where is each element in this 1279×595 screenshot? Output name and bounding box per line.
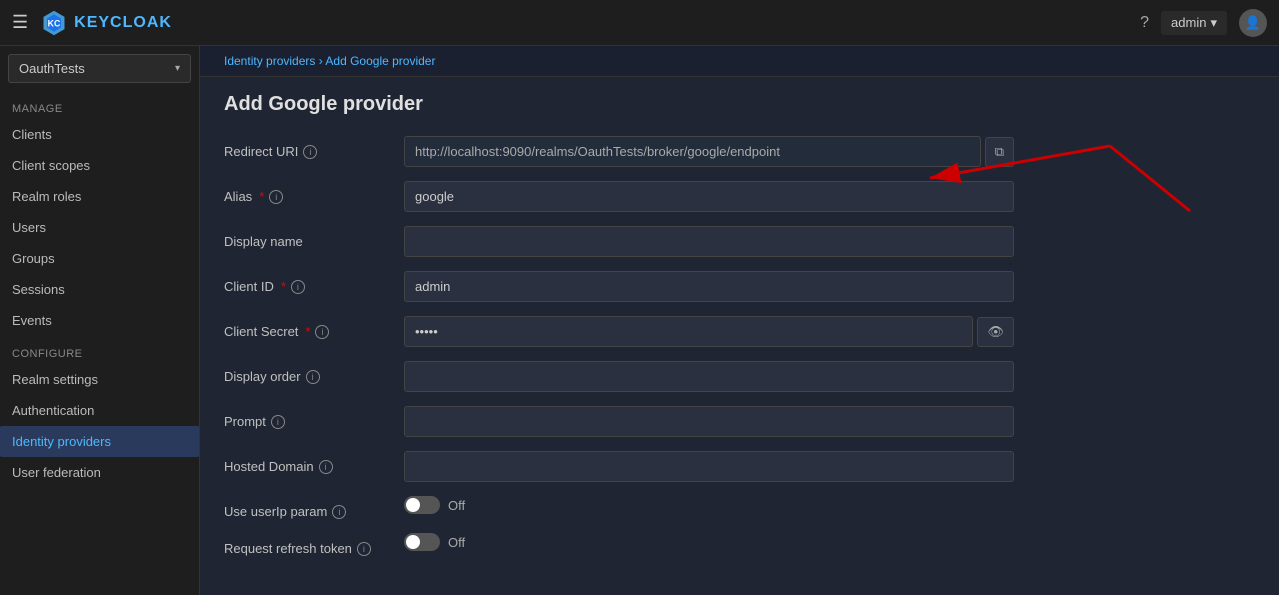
- display-order-label: Display order i: [224, 361, 404, 384]
- avatar[interactable]: 👤: [1239, 9, 1267, 37]
- client-id-control: [404, 271, 1014, 302]
- client-secret-row: Client Secret * i 👁: [224, 316, 1255, 347]
- request-refresh-info-icon[interactable]: i: [357, 542, 371, 556]
- request-refresh-row: Request refresh token i Off: [224, 533, 1255, 556]
- display-order-input[interactable]: [404, 361, 1014, 392]
- toggle-secret-visibility-button[interactable]: 👁: [977, 317, 1014, 347]
- request-refresh-off-label: Off: [448, 535, 465, 550]
- sidebar-item-user-federation[interactable]: User federation: [0, 457, 199, 488]
- sidebar-item-events[interactable]: Events: [0, 305, 199, 336]
- request-refresh-toggle[interactable]: [404, 533, 440, 551]
- hosted-domain-row: Hosted Domain i: [224, 451, 1255, 482]
- use-userip-info-icon[interactable]: i: [332, 505, 346, 519]
- hosted-domain-info-icon[interactable]: i: [319, 460, 333, 474]
- topbar-right: ? admin ▾ 👤: [1140, 9, 1267, 37]
- redirect-uri-control: ⧉: [404, 136, 1014, 167]
- copy-redirect-uri-button[interactable]: ⧉: [985, 137, 1014, 167]
- hosted-domain-input[interactable]: [404, 451, 1014, 482]
- sidebar-item-client-scopes[interactable]: Client scopes: [0, 150, 199, 181]
- breadcrumb: Identity providers › Add Google provider: [200, 46, 1279, 77]
- client-id-label: Client ID * i: [224, 271, 404, 294]
- client-secret-required: *: [305, 324, 310, 339]
- request-refresh-label: Request refresh token i: [224, 533, 404, 556]
- breadcrumb-parent[interactable]: Identity providers: [224, 54, 315, 68]
- breadcrumb-current: Add Google provider: [325, 54, 435, 68]
- main-layout: OauthTests ▾ Manage Clients Client scope…: [0, 46, 1279, 595]
- hosted-domain-control: [404, 451, 1014, 482]
- use-userip-toggle[interactable]: [404, 496, 440, 514]
- realm-selector-label: OauthTests: [19, 61, 85, 76]
- content-wrapper: Identity providers › Add Google provider…: [200, 46, 1279, 595]
- page-title: Add Google provider: [224, 93, 1255, 116]
- display-name-label: Display name: [224, 226, 404, 249]
- svg-text:KC: KC: [48, 18, 61, 28]
- redirect-uri-label: Redirect URI i: [224, 136, 404, 159]
- topbar: ☰ KC KEYCLOAK ? admin ▾ 👤: [0, 0, 1279, 46]
- logo: KC KEYCLOAK: [40, 9, 172, 37]
- manage-section-label: Manage: [0, 91, 199, 119]
- hosted-domain-label: Hosted Domain i: [224, 451, 404, 474]
- alias-info-icon[interactable]: i: [269, 190, 283, 204]
- user-menu[interactable]: admin ▾: [1161, 11, 1227, 35]
- client-secret-input[interactable]: [404, 316, 973, 347]
- prompt-label: Prompt i: [224, 406, 404, 429]
- sidebar-item-groups[interactable]: Groups: [0, 243, 199, 274]
- alias-required: *: [259, 189, 264, 204]
- use-userip-control: Off: [404, 496, 1014, 514]
- keycloak-logo-icon: KC: [40, 9, 68, 37]
- sidebar-item-sessions[interactable]: Sessions: [0, 274, 199, 305]
- redirect-uri-input: [404, 136, 981, 167]
- user-label: admin: [1171, 15, 1206, 30]
- client-id-info-icon[interactable]: i: [291, 280, 305, 294]
- logo-text: KEYCLOAK: [74, 14, 172, 32]
- use-userip-label: Use userIp param i: [224, 496, 404, 519]
- redirect-uri-row: Redirect URI i ⧉: [224, 136, 1255, 167]
- configure-section-label: Configure: [0, 336, 199, 364]
- redirect-uri-info-icon[interactable]: i: [303, 145, 317, 159]
- prompt-input[interactable]: [404, 406, 1014, 437]
- content: Identity providers › Add Google provider…: [200, 46, 1279, 595]
- help-icon[interactable]: ?: [1140, 14, 1149, 32]
- client-secret-info-icon[interactable]: i: [315, 325, 329, 339]
- display-name-row: Display name: [224, 226, 1255, 257]
- alias-input[interactable]: [404, 181, 1014, 212]
- alias-control: [404, 181, 1014, 212]
- sidebar-item-realm-settings[interactable]: Realm settings: [0, 364, 199, 395]
- form-area: Redirect URI i ⧉ Alias * i: [200, 128, 1279, 594]
- display-name-input[interactable]: [404, 226, 1014, 257]
- display-name-control: [404, 226, 1014, 257]
- prompt-row: Prompt i: [224, 406, 1255, 437]
- client-id-required: *: [281, 279, 286, 294]
- client-id-input[interactable]: [404, 271, 1014, 302]
- display-order-row: Display order i: [224, 361, 1255, 392]
- client-id-row: Client ID * i: [224, 271, 1255, 302]
- realm-selector[interactable]: OauthTests ▾: [8, 54, 191, 83]
- prompt-info-icon[interactable]: i: [271, 415, 285, 429]
- sidebar-item-users[interactable]: Users: [0, 212, 199, 243]
- display-order-control: [404, 361, 1014, 392]
- sidebar-item-authentication[interactable]: Authentication: [0, 395, 199, 426]
- sidebar-item-clients[interactable]: Clients: [0, 119, 199, 150]
- client-secret-control: 👁: [404, 316, 1014, 347]
- alias-label: Alias * i: [224, 181, 404, 204]
- sidebar: OauthTests ▾ Manage Clients Client scope…: [0, 46, 200, 595]
- user-chevron-icon: ▾: [1210, 15, 1217, 31]
- sidebar-item-realm-roles[interactable]: Realm roles: [0, 181, 199, 212]
- alias-row: Alias * i: [224, 181, 1255, 212]
- page-header: Add Google provider: [200, 77, 1279, 128]
- chevron-down-icon: ▾: [175, 63, 180, 74]
- use-userip-row: Use userIp param i Off: [224, 496, 1255, 519]
- sidebar-item-identity-providers[interactable]: Identity providers: [0, 426, 199, 457]
- client-secret-label: Client Secret * i: [224, 316, 404, 339]
- hamburger-menu[interactable]: ☰: [12, 12, 28, 33]
- request-refresh-control: Off: [404, 533, 1014, 551]
- prompt-control: [404, 406, 1014, 437]
- display-order-info-icon[interactable]: i: [306, 370, 320, 384]
- use-userip-off-label: Off: [448, 498, 465, 513]
